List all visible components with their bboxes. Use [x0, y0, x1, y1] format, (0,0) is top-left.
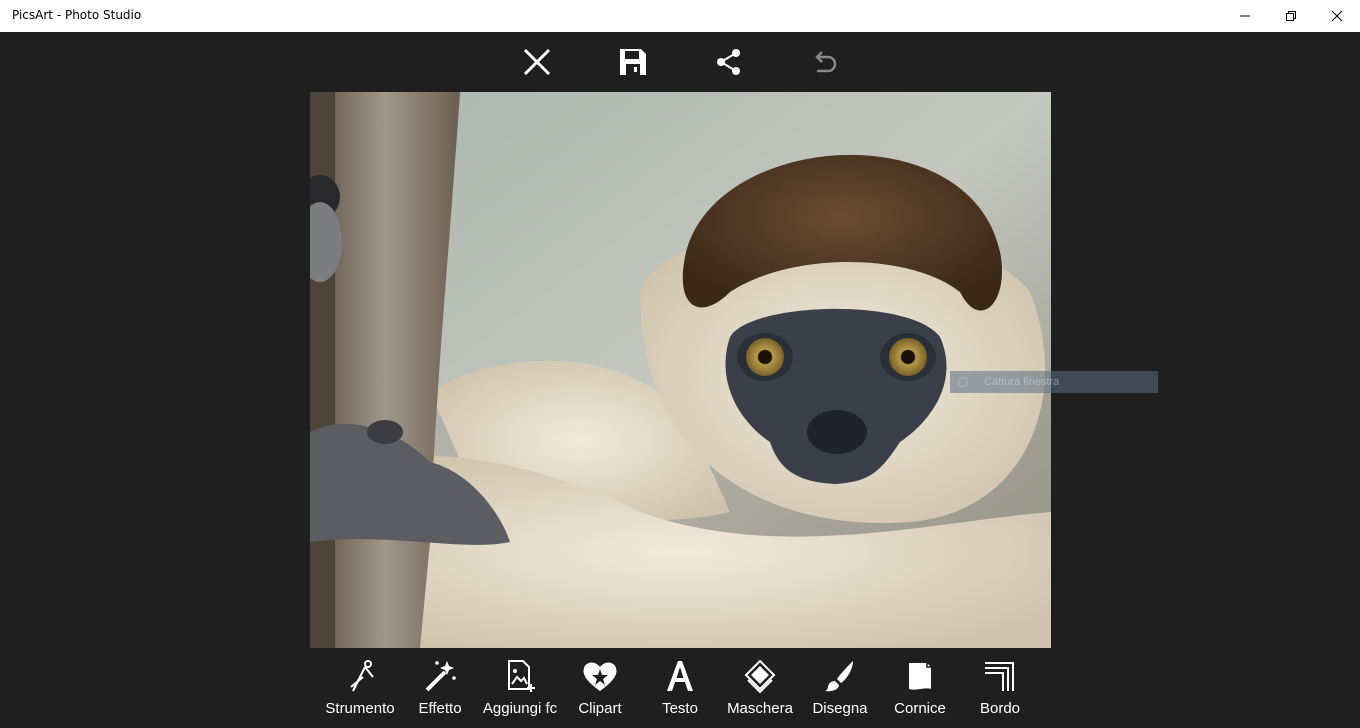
tool-maschera[interactable]: Maschera: [720, 648, 800, 728]
tool-label: Maschera: [727, 700, 793, 717]
capture-tooltip-text: Cattura finestra: [984, 376, 1060, 388]
text-a-icon: [662, 658, 698, 694]
undo-button[interactable]: [804, 44, 844, 80]
close-x-icon: [523, 48, 551, 76]
tool-label: Strumento: [325, 700, 395, 717]
photo-canvas[interactable]: [310, 92, 1051, 648]
minimize-icon: [1240, 15, 1250, 17]
close-window-button[interactable]: [1314, 0, 1360, 32]
magic-wand-icon: [422, 658, 458, 694]
save-button[interactable]: [613, 44, 653, 80]
tool-strumento[interactable]: Strumento: [320, 648, 400, 728]
title-bar: PicsArt - Photo Studio: [0, 0, 1360, 32]
sifaka-lemur-photo: [310, 92, 1051, 648]
share-button[interactable]: [709, 44, 749, 80]
border-corner-icon: [982, 658, 1018, 694]
tool-clipart[interactable]: Clipart: [560, 648, 640, 728]
tool-disegna[interactable]: Disegna: [800, 648, 880, 728]
tool-bordo[interactable]: Bordo: [960, 648, 1040, 728]
restore-icon: [1286, 11, 1296, 21]
restore-button[interactable]: [1268, 0, 1314, 32]
tool-label: Disegna: [812, 700, 868, 717]
share-icon: [717, 49, 740, 75]
tool-testo[interactable]: Testo: [640, 648, 720, 728]
undo-icon: [815, 51, 837, 73]
tool-effetto[interactable]: Effetto: [400, 648, 480, 728]
mask-diamond-icon: [742, 658, 778, 694]
top-toolbar: [0, 32, 1360, 92]
heart-star-icon: [582, 658, 618, 694]
tools-bar: Strumento Effetto Aggiungi fc Clipart Te…: [320, 648, 1040, 728]
tool-cornice[interactable]: Cornice: [880, 648, 960, 728]
tool-label: Cornice: [894, 700, 946, 717]
tool-label: Clipart: [578, 700, 622, 717]
window-title: PicsArt - Photo Studio: [12, 8, 142, 22]
close-icon: [1331, 10, 1343, 22]
floppy-disk-icon: [620, 49, 646, 75]
minimize-button[interactable]: [1222, 0, 1268, 32]
tool-aggiungi-foto[interactable]: Aggiungi fc: [480, 648, 560, 728]
close-editor-button[interactable]: [517, 44, 557, 80]
tool-label: Bordo: [979, 700, 1021, 717]
frame-page-icon: [902, 658, 938, 694]
capture-icon: [958, 377, 968, 387]
capture-window-tooltip: Cattura finestra: [950, 371, 1158, 393]
tool-label: Testo: [662, 700, 698, 717]
add-photo-icon: [502, 658, 538, 694]
compass-tool-icon: [342, 658, 378, 694]
tool-label: Effetto: [418, 700, 462, 717]
brush-icon: [822, 658, 858, 694]
tool-label: Aggiungi fc: [482, 700, 558, 717]
